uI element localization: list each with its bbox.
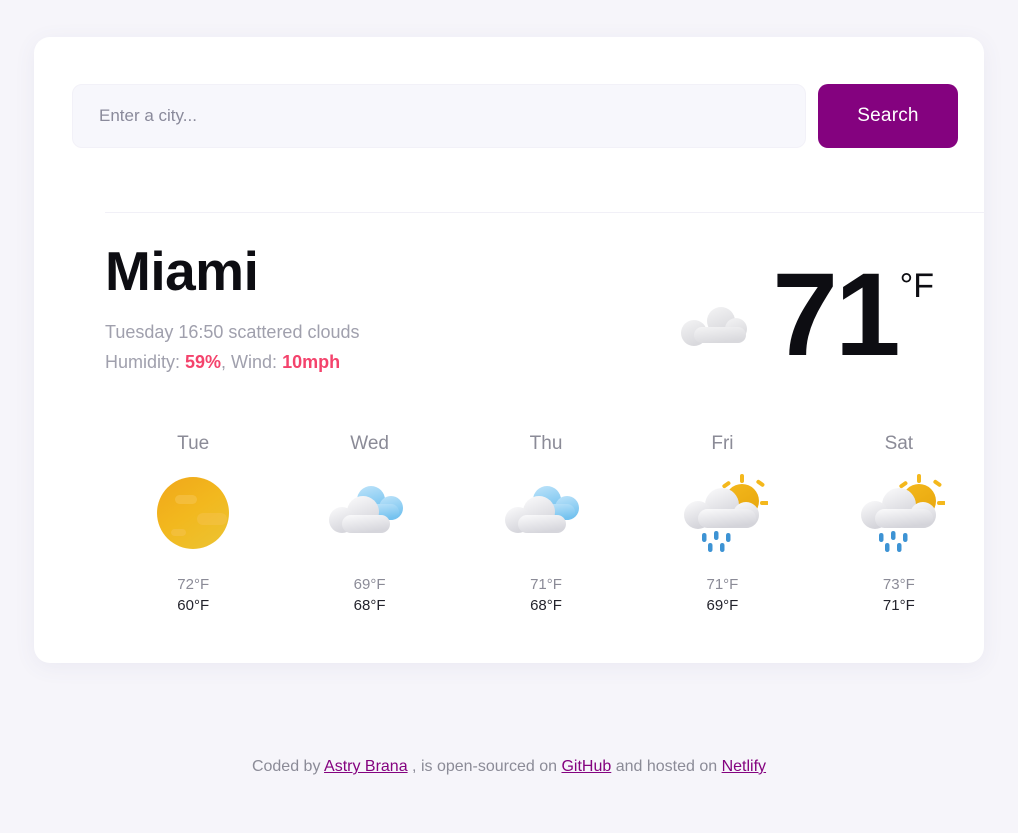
page-footer: Coded by Astry Brana , is open-sourced o… xyxy=(0,758,1018,776)
forecast-day-label: Wed xyxy=(350,433,389,454)
forecast-low: 68°F xyxy=(530,596,562,614)
forecast-day-label: Tue xyxy=(177,433,210,454)
author-link[interactable]: Astry Brana xyxy=(324,758,408,775)
sun-rain-cloud-icon xyxy=(853,469,945,557)
forecast-temps: 71°F 68°F xyxy=(530,575,562,616)
footer-middle: , is open-sourced on xyxy=(407,758,562,775)
forecast-day-sat: Sat 73°F 71°F xyxy=(811,433,987,616)
forecast-high: 71°F xyxy=(530,576,562,593)
forecast-day-fri: Fri 71°F 69°F xyxy=(634,433,810,616)
wind-value: 10mph xyxy=(282,351,341,372)
forecast-high: 69°F xyxy=(353,576,386,593)
forecast-high: 73°F xyxy=(882,576,915,593)
forecast-day-label: Sat xyxy=(884,433,914,454)
card-divider xyxy=(105,212,987,213)
forecast-low: 69°F xyxy=(706,596,739,614)
forecast-low: 68°F xyxy=(353,596,386,614)
forecast-day-label: Thu xyxy=(529,433,563,454)
netlify-link[interactable]: Netlify xyxy=(722,758,766,775)
footer-middle-2: and hosted on xyxy=(611,758,722,775)
forecast-row: Tue 72°F 60°F Wed 69°F 68°F Thu 71°F 68°… xyxy=(105,433,987,616)
humidity-label: Humidity: xyxy=(105,351,186,372)
current-temperature-block: 71 °F xyxy=(676,249,934,381)
forecast-low: 71°F xyxy=(882,596,915,614)
forecast-low: 60°F xyxy=(177,596,210,614)
broken-clouds-icon xyxy=(327,469,413,557)
forecast-day-label: Fri xyxy=(711,433,734,454)
forecast-day-wed: Wed 69°F 68°F xyxy=(281,433,457,616)
forecast-temps: 69°F 68°F xyxy=(354,575,386,616)
wind-label: , Wind: xyxy=(221,351,283,372)
broken-clouds-icon xyxy=(503,469,589,557)
forecast-day-thu: Thu 71°F 68°F xyxy=(458,433,634,616)
search-button[interactable]: Search xyxy=(818,84,958,148)
forecast-temps: 71°F 69°F xyxy=(706,575,738,616)
github-link[interactable]: GitHub xyxy=(561,758,611,775)
sun-icon xyxy=(153,469,233,557)
current-weather-section: Miami Tuesday 16:50 scattered clouds Hum… xyxy=(105,242,950,393)
scattered-clouds-icon xyxy=(676,303,754,358)
temperature-value: 71 xyxy=(772,249,900,381)
forecast-day-tue: Tue 72°F 60°F xyxy=(105,433,281,616)
forecast-temps: 72°F 60°F xyxy=(177,575,209,616)
forecast-high: 72°F xyxy=(177,576,210,593)
footer-prefix: Coded by xyxy=(251,758,325,775)
search-form: Search xyxy=(72,80,958,152)
temperature-readout: 71 °F xyxy=(772,249,934,381)
temperature-unit: °F xyxy=(899,267,934,305)
search-input[interactable] xyxy=(72,84,806,148)
forecast-high: 71°F xyxy=(706,576,739,593)
weather-app-page: Search Miami Tuesday 16:50 scattered clo… xyxy=(0,0,1018,833)
sun-rain-cloud-icon xyxy=(676,469,769,557)
humidity-value: 59% xyxy=(185,351,222,372)
forecast-temps: 73°F 71°F xyxy=(883,575,915,616)
weather-card: Search Miami Tuesday 16:50 scattered clo… xyxy=(34,37,987,663)
